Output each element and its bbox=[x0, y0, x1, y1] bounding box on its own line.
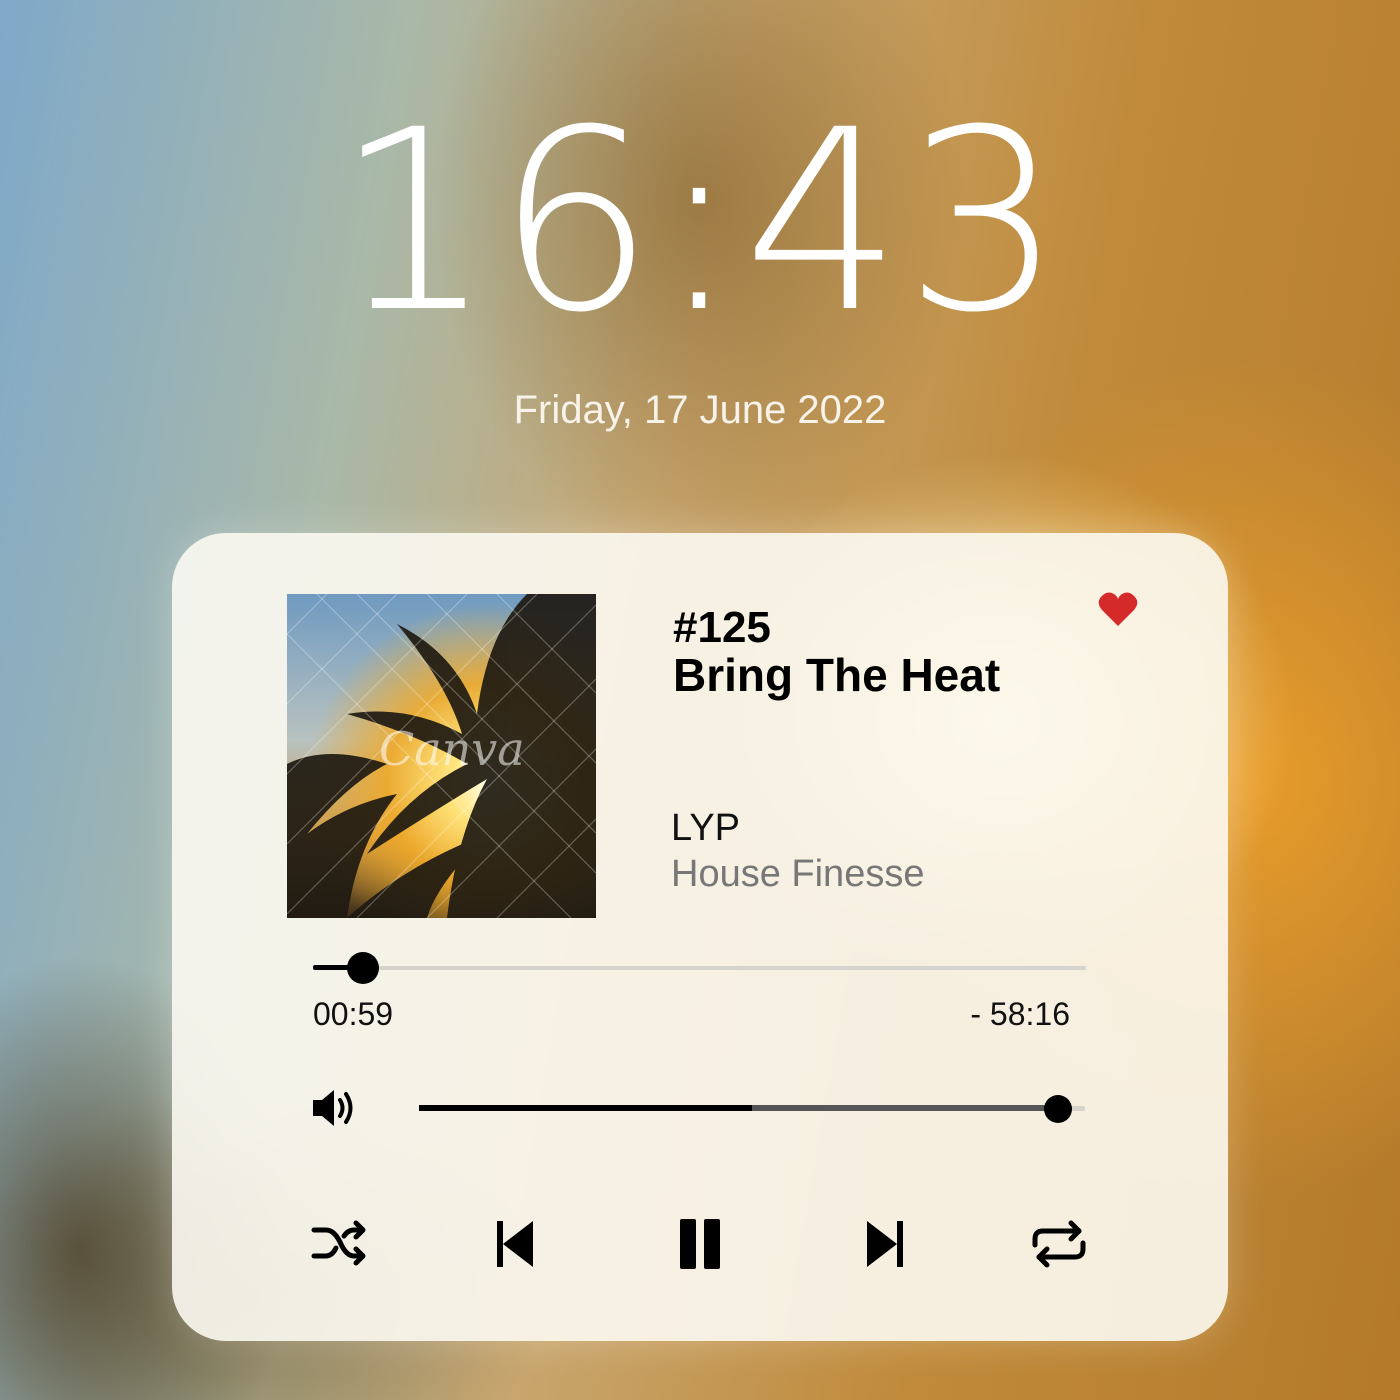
volume-handle[interactable] bbox=[1044, 1095, 1073, 1123]
track-title: Bring The Heat bbox=[673, 649, 1001, 701]
lock-screen-date: Friday, 17 June 2022 bbox=[513, 388, 887, 432]
pause-button[interactable] bbox=[668, 1212, 732, 1276]
favorite-button[interactable] bbox=[1098, 591, 1138, 632]
volume-slider[interactable] bbox=[419, 1093, 1085, 1125]
skip-next-icon bbox=[867, 1221, 903, 1267]
episode-number: #125 bbox=[673, 603, 771, 652]
previous-button[interactable] bbox=[483, 1212, 547, 1276]
skip-previous-icon bbox=[497, 1221, 533, 1267]
shuffle-button[interactable] bbox=[308, 1212, 372, 1276]
next-button[interactable] bbox=[853, 1212, 917, 1276]
album-cover: Canva bbox=[287, 594, 596, 918]
repeat-icon bbox=[1032, 1220, 1086, 1268]
canva-watermark: Canva bbox=[379, 722, 525, 776]
speaker-icon bbox=[313, 1090, 353, 1126]
volume-fill bbox=[419, 1105, 752, 1111]
repeat-button[interactable] bbox=[1027, 1212, 1091, 1276]
shuffle-icon bbox=[311, 1220, 366, 1266]
elapsed-time: 00:59 bbox=[313, 996, 394, 1032]
remaining-time: - 58:16 bbox=[970, 996, 1070, 1032]
lock-screen-clock: 16:43 bbox=[334, 76, 1066, 367]
media-player-card: Canva #125 Bring The Heat LYP House Fine… bbox=[172, 533, 1228, 1341]
artist-name: LYP bbox=[671, 807, 741, 849]
progress-track bbox=[313, 966, 1086, 970]
progress-slider[interactable] bbox=[313, 951, 1086, 985]
album-name: House Finesse bbox=[671, 853, 925, 895]
volume-buffer bbox=[752, 1105, 1059, 1111]
heart-icon bbox=[1098, 592, 1138, 626]
volume-button[interactable] bbox=[310, 1084, 362, 1137]
progress-handle[interactable] bbox=[347, 952, 380, 984]
pause-icon bbox=[680, 1219, 720, 1269]
